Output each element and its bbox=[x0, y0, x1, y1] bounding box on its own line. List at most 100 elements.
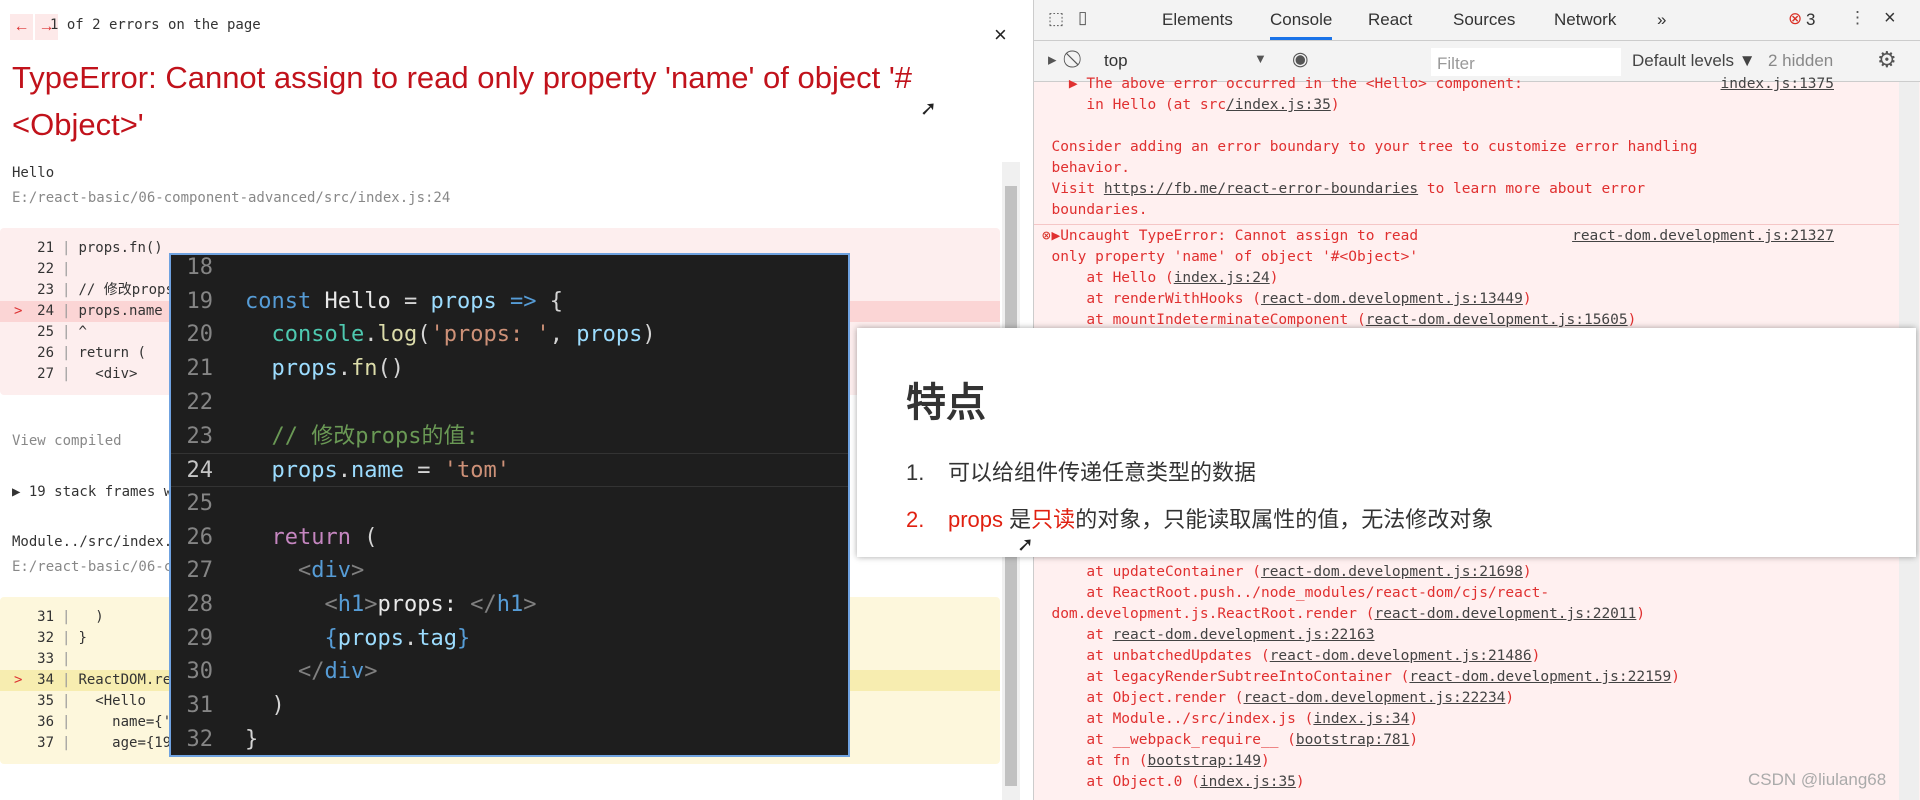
code-token: h1 bbox=[496, 592, 524, 617]
code-token: name bbox=[350, 458, 404, 484]
code-token: // 修改props的值: bbox=[271, 423, 479, 449]
gutter-divider: | bbox=[62, 282, 71, 298]
source-link[interactable]: bootstrap:149 bbox=[1148, 753, 1262, 769]
editor-line: 29 {props.tag} bbox=[171, 622, 848, 656]
console-line: at Hello (index.js:24) bbox=[1034, 268, 1894, 289]
more-options-icon[interactable]: ⋮ bbox=[1849, 8, 1866, 28]
code-token: 'props: ' bbox=[430, 322, 550, 348]
source-link[interactable]: react-dom.development.js:22159 bbox=[1409, 669, 1671, 685]
console-line: at Object.render (react-dom.development.… bbox=[1034, 688, 1894, 709]
code-token: props bbox=[430, 288, 497, 314]
error-count: 1 of 2 errors on the page bbox=[50, 17, 261, 33]
console-line: behavior. bbox=[1034, 158, 1894, 179]
editor-line: 32} bbox=[171, 723, 848, 755]
console-text: at Object.0 ( bbox=[1034, 774, 1200, 790]
editor-line: 18 bbox=[171, 255, 848, 285]
source-link[interactable]: index.js:34 bbox=[1313, 711, 1409, 727]
line-number: 26 bbox=[37, 345, 54, 361]
source-link[interactable]: react-dom.development.js:21486 bbox=[1270, 648, 1532, 664]
console-text: at unbatchedUpdates ( bbox=[1034, 648, 1270, 664]
item-emphasis: 只读 bbox=[1031, 507, 1076, 532]
code-token: h1 bbox=[337, 592, 365, 617]
devtools-tabbar: ⬚ ▯ Elements Console React Sources Netwo… bbox=[1034, 0, 1920, 41]
code-token: } bbox=[456, 625, 471, 651]
source-link[interactable]: react-dom.development.js:13449 bbox=[1261, 291, 1523, 307]
gutter-divider: | bbox=[62, 366, 71, 382]
code-token: . bbox=[337, 458, 351, 484]
chevron-down-icon[interactable]: ▼ bbox=[1254, 51, 1267, 66]
log-levels-select[interactable]: Default levels ▼ bbox=[1632, 51, 1756, 71]
code-token: ) bbox=[642, 322, 656, 348]
console-line: Consider adding an error boundary to you… bbox=[1034, 137, 1894, 158]
inspect-icon[interactable]: ⬚ bbox=[1048, 9, 1064, 29]
source-link[interactable]: react-dom.development.js:22011 bbox=[1374, 606, 1636, 622]
console-text: dom.development.js.ReactRoot.render ( bbox=[1034, 606, 1375, 622]
code-token: . bbox=[403, 625, 418, 651]
sidebar-toggle-icon[interactable]: ▸ bbox=[1048, 50, 1057, 70]
error-count-badge[interactable]: 3 bbox=[1806, 10, 1815, 30]
line-number: 21 bbox=[37, 240, 54, 256]
settings-gear-icon[interactable]: ⚙ bbox=[1877, 47, 1897, 73]
source-link[interactable]: index.js:1375 bbox=[1721, 74, 1835, 95]
editor-line: 25 bbox=[171, 487, 848, 521]
tab-react[interactable]: React bbox=[1368, 10, 1412, 30]
code-text: props.fn() bbox=[78, 240, 163, 256]
source-link[interactable]: react-dom.development.js:15605 bbox=[1366, 312, 1628, 328]
context-select[interactable]: top bbox=[1104, 51, 1128, 71]
line-number: 24 bbox=[186, 458, 214, 484]
console-line: at Module../src/index.js (index.js:34) bbox=[1034, 709, 1894, 730]
tab-console[interactable]: Console bbox=[1270, 10, 1333, 40]
prev-error-button[interactable]: ← bbox=[10, 14, 33, 40]
source-link[interactable]: index.js:24 bbox=[1174, 270, 1270, 286]
source-link[interactable]: react-dom.development.js:21327 bbox=[1572, 226, 1834, 247]
source-link[interactable]: react-dom.development.js:22163 bbox=[1113, 627, 1375, 643]
frame-name: Module../src/index.js bbox=[12, 534, 190, 550]
source-link[interactable]: https://fb.me/react-error-boundaries bbox=[1104, 181, 1418, 197]
code-token: => bbox=[496, 288, 550, 314]
code-token: = bbox=[390, 288, 431, 314]
code-text: ) bbox=[245, 689, 284, 723]
code-token: > bbox=[523, 592, 537, 617]
tab-network[interactable]: Network bbox=[1554, 10, 1616, 30]
line-number: 23 bbox=[186, 423, 214, 449]
source-link[interactable]: index.js:35 bbox=[1200, 774, 1296, 790]
slide-overlay: 特点 1. 可以给组件传递任意类型的数据 2. props 是只读的对象，只能读取属… bbox=[857, 328, 1916, 557]
line-number: 23 bbox=[37, 282, 54, 298]
console-line: in Hello (at src/index.js:35) bbox=[1034, 95, 1894, 116]
source-link[interactable]: /index.js:35 bbox=[1226, 97, 1331, 113]
code-token: { bbox=[549, 288, 563, 314]
console-text: ) bbox=[1409, 732, 1419, 748]
console-text: at mountIndeterminateComponent ( bbox=[1034, 312, 1366, 328]
close-overlay-button[interactable]: × bbox=[994, 22, 1007, 48]
line-number: 26 bbox=[186, 524, 214, 550]
console-text: in Hello (at src bbox=[1034, 97, 1227, 113]
tab-sources[interactable]: Sources bbox=[1453, 10, 1515, 30]
tab-elements[interactable]: Elements bbox=[1162, 10, 1233, 30]
line-number: 35 bbox=[37, 693, 54, 709]
code-token: 'tom' bbox=[443, 458, 510, 484]
eye-icon[interactable]: ◉ bbox=[1292, 48, 1309, 71]
console-text: ) bbox=[1330, 97, 1340, 113]
close-devtools-button[interactable]: × bbox=[1884, 7, 1896, 30]
console-text: at updateContainer ( bbox=[1034, 564, 1261, 580]
console-line: Visit https://fb.me/react-error-boundari… bbox=[1034, 179, 1894, 200]
code-token: const bbox=[245, 288, 325, 314]
console-line: at updateContainer (react-dom.developmen… bbox=[1034, 562, 1894, 583]
code-editor[interactable]: 18 19 const Hello = props => {20 console.l… bbox=[169, 253, 850, 757]
editor-line: 21 props.fn() bbox=[171, 352, 848, 386]
source-link[interactable]: react-dom.development.js:21698 bbox=[1261, 564, 1523, 580]
error-title: TypeError: Cannot assign to read only pr… bbox=[12, 60, 913, 142]
device-toolbar-icon[interactable]: ▯ bbox=[1078, 8, 1087, 28]
view-compiled-link[interactable]: View compiled bbox=[12, 433, 122, 449]
line-number: 25 bbox=[37, 324, 54, 340]
filter-input[interactable]: Filter bbox=[1431, 48, 1621, 76]
gutter-divider: | bbox=[62, 651, 71, 667]
source-link[interactable]: bootstrap:781 bbox=[1296, 732, 1410, 748]
source-link[interactable]: react-dom.development.js:22234 bbox=[1244, 690, 1506, 706]
gutter-divider: | bbox=[62, 261, 71, 277]
more-tabs-button[interactable]: » bbox=[1657, 10, 1666, 30]
divider bbox=[1034, 224, 1899, 225]
gutter-divider: | bbox=[62, 240, 71, 256]
code-text: <h1>props: </h1> bbox=[245, 588, 536, 622]
